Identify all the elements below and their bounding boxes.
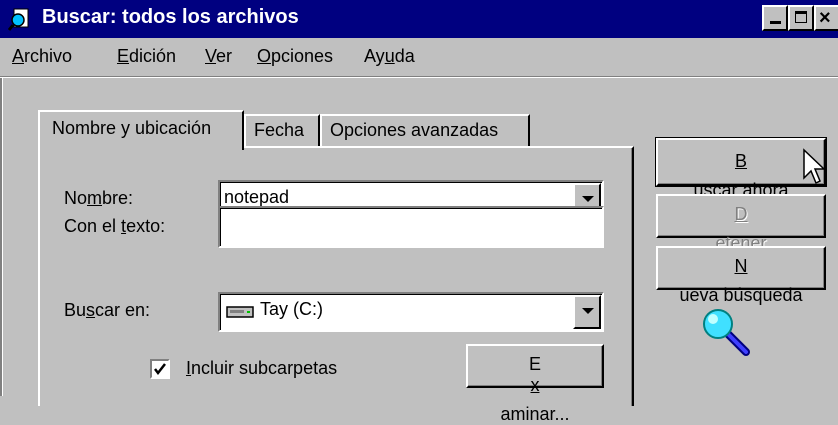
browse-button[interactable]: Ex aminar...: [466, 344, 604, 424]
name-label: Nombre:: [64, 188, 134, 208]
menu-bar: Archivo Edición Ver Opciones Ayuda: [0, 40, 838, 74]
lookin-value: Tay (C:): [260, 299, 323, 319]
menu-ayuda[interactable]: Ayuda: [364, 46, 415, 67]
window-title: Buscar: todos los archivos: [42, 6, 299, 28]
title-bar: Buscar: todos los archivos ×: [0, 0, 838, 38]
contains-text-input[interactable]: [218, 206, 604, 248]
new-search-button[interactable]: Nueva búsqueda: [656, 246, 826, 305]
active-tab-joint: [40, 146, 240, 149]
search-document-icon: [8, 8, 29, 31]
stop-button[interactable]: Detener: [656, 194, 826, 253]
minimize-button[interactable]: [762, 5, 788, 31]
tab-opciones-avanzadas[interactable]: Opciones avanzadas: [320, 114, 530, 148]
menu-archivo[interactable]: Archivo: [12, 46, 72, 67]
find-now-button[interactable]: Buscar ahora: [655, 137, 827, 200]
include-subfolders-label[interactable]: Incluir subcarpetas: [186, 358, 337, 379]
lookin-dropdown-button[interactable]: [573, 295, 601, 329]
menu-separator: [0, 76, 838, 78]
lookin-combobox[interactable]: Tay (C:): [218, 292, 604, 332]
mouse-pointer-icon: [803, 148, 826, 185]
menu-ver[interactable]: Ver: [205, 46, 232, 67]
menu-opciones[interactable]: Opciones: [257, 46, 333, 67]
maximize-button[interactable]: [788, 5, 814, 31]
drive-icon: [226, 306, 254, 318]
text-label: Con el texto:: [64, 216, 166, 236]
close-button[interactable]: ×: [814, 5, 838, 31]
tab-fecha[interactable]: Fecha: [244, 114, 320, 148]
magnifier-icon: [703, 309, 750, 356]
checkmark-icon: [154, 363, 166, 376]
close-icon: ×: [819, 7, 831, 29]
menu-edicion[interactable]: Edición: [117, 46, 176, 67]
include-subfolders-checkbox[interactable]: [150, 359, 170, 379]
name-input[interactable]: notepad: [224, 187, 289, 208]
window-left-edge: [0, 78, 3, 396]
tab-nombre-ubicacion[interactable]: Nombre y ubicación: [38, 110, 244, 150]
lookin-label: Buscar en:: [64, 300, 151, 320]
